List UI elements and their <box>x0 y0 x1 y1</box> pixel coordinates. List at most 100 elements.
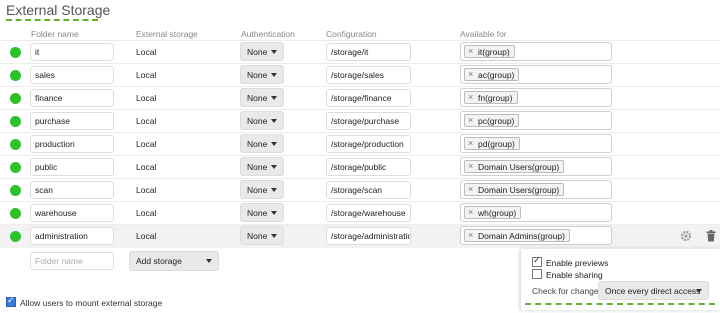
caret-down-icon <box>271 211 277 215</box>
storage-type: Local <box>136 116 157 126</box>
folder-name-input[interactable]: public <box>30 158 114 176</box>
column-header-authentication: Authentication <box>241 29 295 39</box>
enable-sharing-checkbox[interactable] <box>532 269 542 279</box>
mount-row: production Local None/storage/production × p… <box>0 132 720 156</box>
authentication-select[interactable]: None <box>240 88 284 107</box>
column-header-available-for: Available for <box>460 29 507 39</box>
authentication-select[interactable]: None <box>240 134 284 153</box>
storage-type: Local <box>136 231 157 241</box>
group-chip-label: Domain Admins(group) <box>478 231 565 241</box>
folder-name-input[interactable]: sales <box>30 66 114 84</box>
mount-row: it Local None/storage/it × it(group) <box>0 40 720 64</box>
available-for-input[interactable]: × pc(group) <box>460 111 612 130</box>
status-dot-icon <box>10 208 21 219</box>
trash-icon[interactable] <box>706 230 716 242</box>
group-chip-label: fn(group) <box>478 93 513 103</box>
group-chip-label: it(group) <box>478 47 510 57</box>
available-for-input[interactable]: × Domain Users(group) <box>460 180 612 199</box>
available-for-input[interactable]: × Domain Admins(group) <box>460 226 612 245</box>
gear-icon[interactable] <box>680 230 692 242</box>
close-icon[interactable]: × <box>468 46 473 56</box>
authentication-select[interactable]: None <box>240 180 284 199</box>
authentication-value: None <box>247 47 268 57</box>
group-chip-label: Domain Users(group) <box>478 185 560 195</box>
check-for-changes-select[interactable]: Once every direct access <box>598 281 709 300</box>
group-chip-label: Domain Users(group) <box>478 162 560 172</box>
close-icon[interactable]: × <box>468 230 473 240</box>
folder-name-input[interactable]: scan <box>30 181 114 199</box>
authentication-value: None <box>247 208 268 218</box>
close-icon[interactable]: × <box>468 115 473 125</box>
folder-name-input[interactable]: purchase <box>30 112 114 130</box>
configuration-input[interactable]: /storage/warehouse <box>326 204 411 222</box>
available-for-input[interactable]: × fn(group) <box>460 88 612 107</box>
authentication-select[interactable]: None <box>240 42 284 61</box>
add-storage-select[interactable]: Add storage <box>129 251 219 271</box>
configuration-input[interactable]: /storage/finance <box>326 89 411 107</box>
enable-previews-option[interactable]: Enable previews <box>532 255 609 268</box>
group-chip: × Domain Users(group) <box>464 183 565 196</box>
authentication-select[interactable]: None <box>240 111 284 130</box>
new-folder-name-input[interactable]: Folder name <box>30 252 114 270</box>
group-chip: × ac(group) <box>464 68 520 81</box>
check-for-changes-value: Once every direct access <box>605 286 701 296</box>
configuration-input[interactable]: /storage/it <box>326 43 411 61</box>
mount-row: public Local None/storage/public × Domain Us… <box>0 155 720 179</box>
folder-name-input[interactable]: it <box>30 43 114 61</box>
caret-down-icon <box>271 234 277 238</box>
configuration-input[interactable]: /storage/production <box>326 135 411 153</box>
status-dot-icon <box>10 231 21 242</box>
group-chip: × it(group) <box>464 45 515 58</box>
allow-user-mount-option[interactable]: Allow users to mount external storage <box>6 295 163 308</box>
close-icon[interactable]: × <box>468 69 473 79</box>
add-storage-label: Add storage <box>136 256 182 266</box>
close-icon[interactable]: × <box>468 184 473 194</box>
authentication-select[interactable]: None <box>240 157 284 176</box>
authentication-select[interactable]: None <box>240 203 284 222</box>
available-for-input[interactable]: × Domain Users(group) <box>460 157 612 176</box>
allow-user-mount-checkbox[interactable] <box>6 295 16 307</box>
close-icon[interactable]: × <box>468 207 473 217</box>
folder-name-input[interactable]: warehouse <box>30 204 114 222</box>
configuration-input[interactable]: /storage/scan <box>326 181 411 199</box>
storage-type: Local <box>136 70 157 80</box>
folder-name-input[interactable]: production <box>30 135 114 153</box>
authentication-value: None <box>247 70 268 80</box>
folder-name-input[interactable]: finance <box>30 89 114 107</box>
configuration-input[interactable]: /storage/sales <box>326 66 411 84</box>
storage-type: Local <box>136 208 157 218</box>
mount-options-popup: Enable previews Enable sharing Check for… <box>520 249 720 310</box>
status-dot-icon <box>10 93 21 104</box>
configuration-input[interactable]: /storage/purchase <box>326 112 411 130</box>
column-header-folder-name: Folder name <box>31 29 79 39</box>
authentication-value: None <box>247 231 268 241</box>
available-for-input[interactable]: × wh(group) <box>460 203 612 222</box>
group-chip: × fn(group) <box>464 91 518 104</box>
status-dot-icon <box>10 116 21 127</box>
close-icon[interactable]: × <box>468 138 473 148</box>
storage-type: Local <box>136 185 157 195</box>
enable-previews-checkbox[interactable] <box>532 255 542 267</box>
available-for-input[interactable]: × pd(group) <box>460 134 612 153</box>
available-for-input[interactable]: × ac(group) <box>460 65 612 84</box>
authentication-select[interactable]: None <box>240 226 284 245</box>
caret-down-icon <box>271 142 277 146</box>
close-icon[interactable]: × <box>468 161 473 171</box>
group-chip: × Domain Admins(group) <box>464 229 570 242</box>
caret-down-icon <box>696 289 702 293</box>
mount-row: finance Local None/storage/finance × fn(grou… <box>0 86 720 110</box>
configuration-input[interactable]: /storage/public <box>326 158 411 176</box>
group-chip: × pd(group) <box>464 137 520 150</box>
enable-sharing-option[interactable]: Enable sharing <box>532 269 603 280</box>
folder-name-input[interactable]: administration <box>30 227 114 245</box>
available-for-input[interactable]: × it(group) <box>460 42 612 61</box>
status-dot-icon <box>10 162 21 173</box>
close-icon[interactable]: × <box>468 92 473 102</box>
mount-row: purchase Local None/storage/purchase × pc(gr… <box>0 109 720 133</box>
authentication-select[interactable]: None <box>240 65 284 84</box>
group-chip-label: pd(group) <box>478 139 515 149</box>
enable-previews-label: Enable previews <box>546 258 609 268</box>
allow-user-mount-label: Allow users to mount external storage <box>20 298 163 308</box>
configuration-input[interactable]: /storage/administratio <box>326 227 411 245</box>
status-dot-icon <box>10 47 21 58</box>
